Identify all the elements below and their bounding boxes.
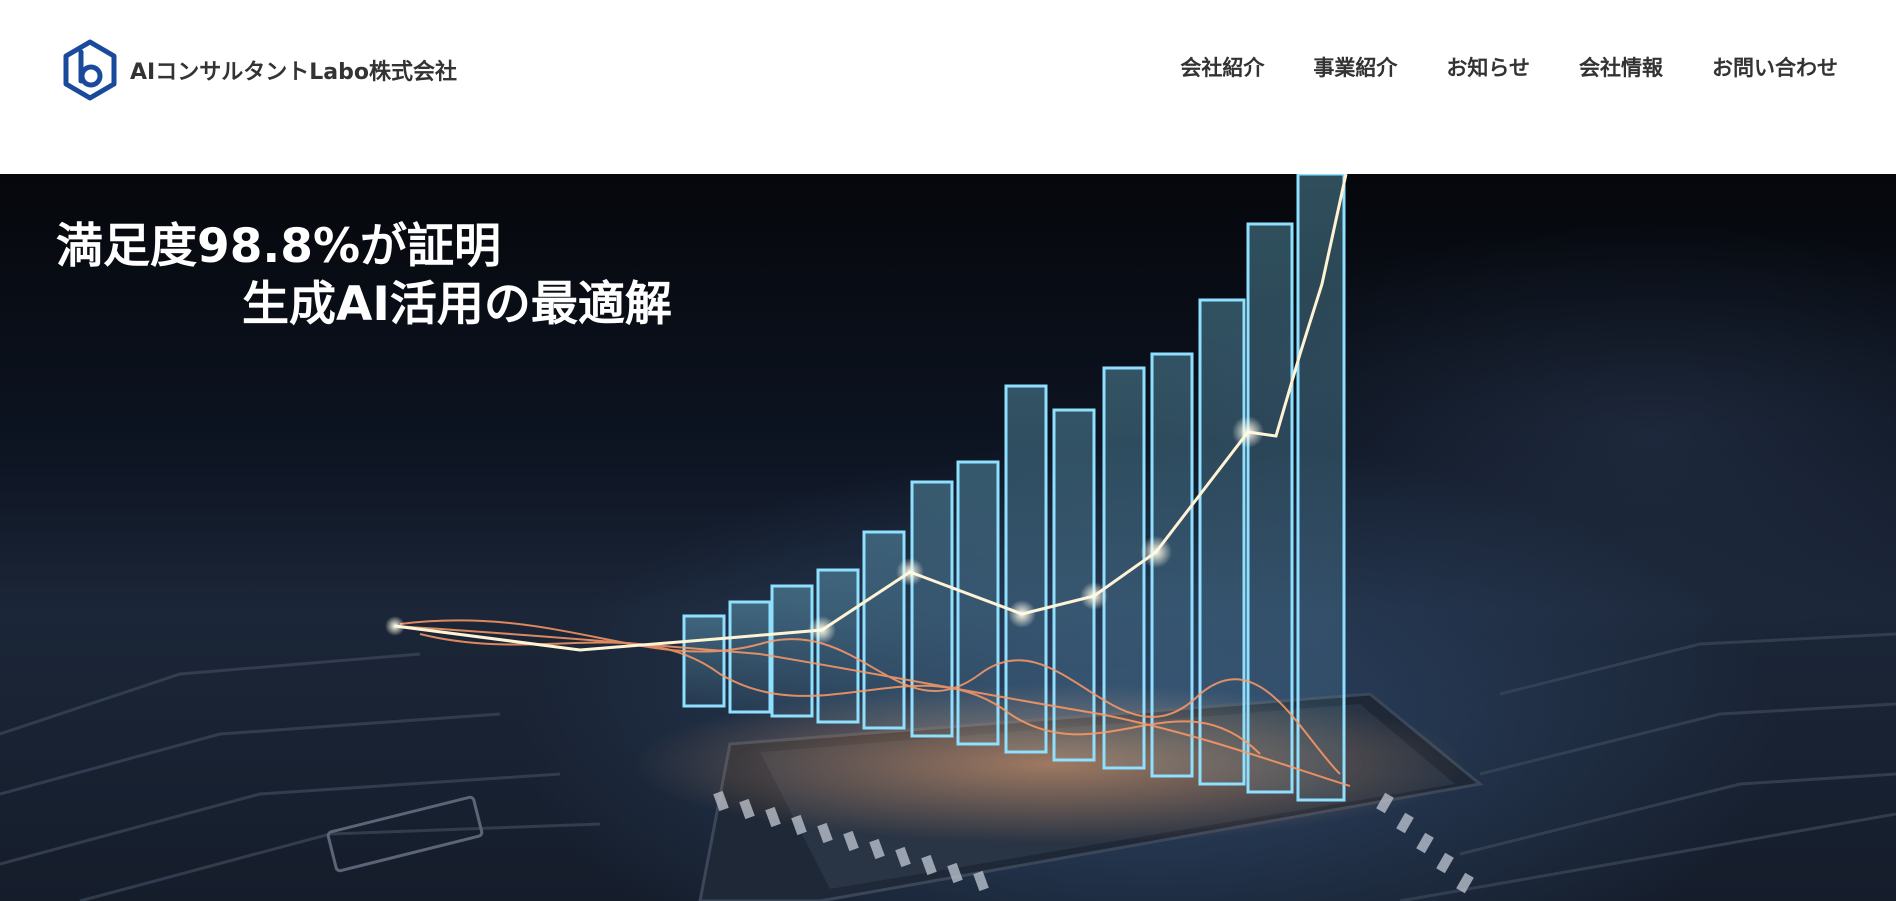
site-header: AIコンサルタントLabo株式会社 会社紹介 事業紹介 お知らせ 会社情報 お問… (0, 0, 1896, 174)
brand-home-link[interactable]: AIコンサルタントLabo株式会社 (62, 38, 457, 102)
hero-headline-line1: 満足度98.8%が証明 (56, 219, 502, 274)
hero-headline-line2: 生成AI活用の最適解 (242, 277, 672, 332)
company-name: AIコンサルタントLabo株式会社 (130, 60, 457, 85)
glowing-bars (682, 174, 1346, 802)
hero-section: 満足度98.8%が証明 生成AI活用の最適解 (0, 174, 1896, 901)
hero-headline: 満足度98.8%が証明 生成AI活用の最適解 (56, 218, 672, 334)
nav-company-intro[interactable]: 会社紹介 (1180, 50, 1264, 86)
hexagon-b-logo-icon (63, 39, 117, 101)
nav-contact[interactable]: お問い合わせ (1712, 50, 1838, 86)
nav-business-intro[interactable]: 事業紹介 (1313, 50, 1397, 86)
nav-company-info[interactable]: 会社情報 (1579, 50, 1663, 86)
nav-news[interactable]: お知らせ (1446, 50, 1530, 86)
main-nav: 会社紹介 事業紹介 お知らせ 会社情報 お問い合わせ (1180, 50, 1838, 86)
